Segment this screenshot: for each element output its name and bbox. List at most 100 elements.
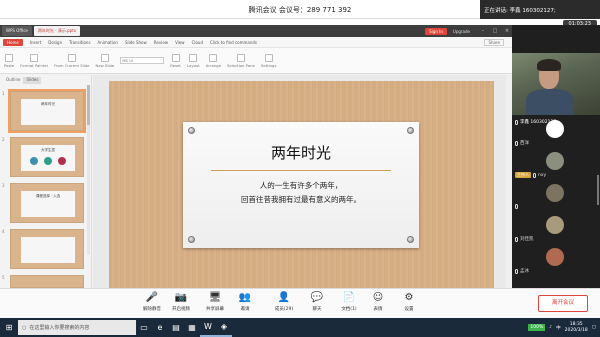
thumb-card: 大学生涯 xyxy=(21,145,75,171)
documents-label: 文档(1) xyxy=(341,307,357,312)
wps-app-icon[interactable]: W xyxy=(200,318,216,337)
thumb-card: 课程选择 · 入选 xyxy=(21,191,75,217)
reset-tool[interactable]: Reset xyxy=(170,53,181,68)
settings-label: 设置 xyxy=(404,307,414,312)
speaker-body xyxy=(526,89,574,115)
clock[interactable]: 18:35 2020/3/18 xyxy=(565,322,588,334)
mic-icon xyxy=(515,140,518,146)
thumb-title: 两年时光 xyxy=(41,102,55,106)
invite-button[interactable]: 👥 邀请 xyxy=(228,292,262,312)
battery-indicator[interactable]: 100% xyxy=(528,324,546,331)
settings-tool[interactable]: Settings xyxy=(260,53,277,68)
settings-button[interactable]: ⚙ 设置 xyxy=(392,292,426,312)
camera-off-icon: 📷 xyxy=(174,292,188,303)
command-search[interactable]: Click to find commands xyxy=(210,40,257,45)
font-name-select[interactable]: MS UI xyxy=(120,57,165,64)
wps-titlebar: WPS Office 两年时光 - 演示.pptx Sign In Upgrad… xyxy=(0,25,512,37)
slide-thumbnail[interactable]: 课程选择 · 入选 xyxy=(10,183,84,223)
mic-icon xyxy=(515,268,518,274)
menu-slide-show[interactable]: Slide Show xyxy=(125,40,147,45)
menu-cloud[interactable]: Cloud xyxy=(192,40,203,45)
layout-tool[interactable]: Layout xyxy=(187,53,200,68)
avatar xyxy=(546,184,564,202)
slide-thumbnail[interactable] xyxy=(10,229,84,269)
selection-pane-label: Selection Pane xyxy=(226,62,255,68)
participant-tile[interactable] xyxy=(512,181,600,213)
thumb-scrollbar[interactable] xyxy=(87,85,90,255)
participant-name: 孟冰 xyxy=(520,269,529,274)
share-button[interactable]: Share xyxy=(484,38,504,46)
sign-in-button[interactable]: Sign In xyxy=(425,27,447,35)
thumb-scroll-grip[interactable] xyxy=(87,85,90,125)
menu-design[interactable]: Design xyxy=(48,40,62,45)
menu-animation[interactable]: Animation xyxy=(98,40,118,45)
selection-pane-icon xyxy=(236,53,245,62)
layout-icon xyxy=(189,53,198,62)
tab-slides[interactable]: Slides xyxy=(23,77,42,84)
start-video-button[interactable]: 📷 开启视频 xyxy=(164,292,198,312)
reactions-label: 表情 xyxy=(373,307,383,312)
store-icon[interactable]: ▦ xyxy=(184,318,200,337)
format-painter-label: Format Painter xyxy=(20,62,49,68)
wps-tab-home[interactable]: WPS Office xyxy=(2,26,32,36)
participants-panel: 李鑫 160302127 西洋 主持人 nxy 刘佳凯 孟冰 xyxy=(512,25,600,288)
arrange-tool[interactable]: Arrange xyxy=(206,53,221,68)
tencent-meeting-app-icon[interactable]: ◈ xyxy=(216,318,232,337)
menu-review[interactable]: Review xyxy=(154,40,168,45)
mic-icon xyxy=(533,172,536,178)
maximize-icon[interactable]: □ xyxy=(490,28,500,34)
participant-tile[interactable]: 西洋 xyxy=(512,117,600,149)
members-icon: 👤 xyxy=(277,292,291,303)
settings-label: Settings xyxy=(260,62,277,68)
participant-tile[interactable]: 刘佳凯 xyxy=(512,213,600,245)
paste-tool[interactable]: Paste xyxy=(4,53,14,68)
speaker-hair xyxy=(537,59,561,71)
meeting-controls: 🎤 解除静音 📷 开启视频 🖥 共享屏幕 👥 邀请 👤 成员(29) 💬 聊天 📄 文档(1)… xyxy=(0,288,600,318)
participant-label: 刘佳凯 xyxy=(515,236,534,242)
reactions-button[interactable]: ☺ 表情 xyxy=(361,292,395,312)
participant-tile[interactable]: 孟冰 xyxy=(512,245,600,277)
ime-indicator[interactable]: 中 xyxy=(556,325,561,331)
windows-start-icon[interactable]: ⊞ xyxy=(0,318,18,337)
edge-icon[interactable]: e xyxy=(152,318,168,337)
thumb-number: 2 xyxy=(2,137,5,142)
close-icon[interactable]: × xyxy=(502,28,512,34)
slide-thumbnail[interactable]: 两年时光 xyxy=(8,89,86,133)
upgrade-link[interactable]: Upgrade xyxy=(453,29,470,34)
task-view-icon[interactable]: ▭ xyxy=(136,318,152,337)
slide-thumbnail[interactable]: 大学生涯 xyxy=(10,137,84,177)
tab-outline[interactable]: Outline xyxy=(6,77,20,84)
format-painter-tool[interactable]: Format Painter xyxy=(20,53,49,68)
wps-tab-document[interactable]: 两年时光 - 演示.pptx xyxy=(33,26,81,36)
file-explorer-icon[interactable]: ▤ xyxy=(168,318,184,337)
panel-scrollbar[interactable] xyxy=(597,175,599,205)
reset-icon xyxy=(171,53,180,62)
chat-button[interactable]: 💬 聊天 xyxy=(300,292,334,312)
share-screen-button[interactable]: 🖥 共享屏幕 xyxy=(198,292,232,312)
avatar xyxy=(546,120,564,138)
mic-icon xyxy=(515,204,518,209)
taskbar-search[interactable]: ○ 在这里输入你要搜索的内容 xyxy=(18,320,136,335)
from-current-slide-tool[interactable]: From Current Slide xyxy=(54,53,90,68)
menu-transitions[interactable]: Transitions xyxy=(69,40,90,45)
menu-home[interactable]: Home xyxy=(3,38,23,46)
gear-icon: ⚙ xyxy=(404,292,414,303)
members-button[interactable]: 👤 成员(29) xyxy=(267,292,301,312)
selection-pane-tool[interactable]: Selection Pane xyxy=(226,53,255,68)
minimize-icon[interactable]: – xyxy=(478,28,488,34)
participant-tile[interactable]: 主持人 nxy xyxy=(512,149,600,181)
new-slide-tool[interactable]: New Slide xyxy=(96,53,114,68)
pin-icon xyxy=(407,127,414,134)
notifications-icon[interactable]: ▢ xyxy=(592,325,596,330)
format-painter-icon xyxy=(30,53,39,62)
current-slide[interactable]: 两年时光 人的一生有许多个两年， 回首往昔我拥有过最有意义的两年。 xyxy=(109,81,494,288)
leave-meeting-button[interactable]: 离开会议 xyxy=(538,295,588,312)
participant-label: 主持人 nxy xyxy=(515,172,546,178)
volume-icon[interactable]: ♪ xyxy=(549,325,552,330)
slide-thumbnail[interactable] xyxy=(10,275,84,288)
unmute-label: 解除静音 xyxy=(143,307,161,312)
slide-text-line: 人的一生有许多个两年， xyxy=(259,181,343,190)
menu-insert[interactable]: Insert xyxy=(30,40,41,45)
speaker-video[interactable]: 李鑫 160302127 xyxy=(512,53,600,125)
menu-view[interactable]: View xyxy=(175,40,185,45)
